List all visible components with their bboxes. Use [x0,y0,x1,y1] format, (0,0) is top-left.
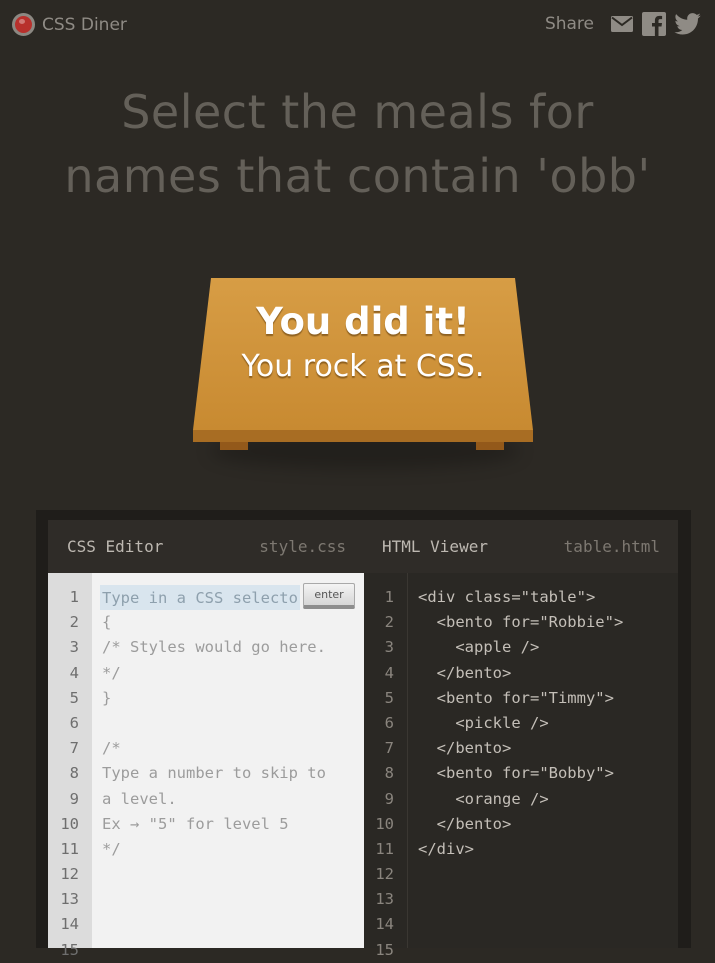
instruction-line-1: Select the meals for [121,85,594,139]
code-line: <orange /> [418,789,549,808]
code-line: Ex → "5" for level 5 [102,814,289,833]
line-number: 12 [375,865,394,884]
line-number: 14 [375,915,394,934]
line-number: 7 [384,739,394,758]
line-number: 15 [60,940,79,959]
win-subtitle: You rock at CSS. [241,349,485,384]
html-file-name: table.html [563,537,660,556]
code-line: <bento for="Bobby"> [418,764,614,783]
line-number: 3 [69,638,79,657]
twitter-icon[interactable] [674,13,701,35]
html-viewer-title: HTML Viewer [382,537,488,556]
brand-link[interactable]: CSS Diner [12,13,127,36]
code-line: /* [102,739,121,758]
line-number: 12 [60,865,79,884]
line-number: 13 [375,890,394,909]
line-number: 10 [60,814,79,833]
line-number: 15 [375,940,394,959]
css-line-numbers: 1 2 3 4 5 6 7 8 9 10 11 12 13 14 15 [48,573,92,959]
table-edge [193,430,533,442]
code-line: /* Styles would go here. [102,638,326,657]
share-label: Share [544,14,594,34]
line-number: 4 [69,663,79,682]
mail-icon[interactable] [610,15,634,33]
table-leg-left [220,442,248,450]
line-number: 14 [60,915,79,934]
logo-icon [12,13,35,36]
code-line: <apple /> [418,638,540,657]
css-selector-input[interactable] [100,585,300,610]
code-line: </bento> [418,739,512,758]
css-editor-body: 123456789101112131415 enter {/* Styles w… [48,573,364,959]
code-line: } [102,688,112,707]
line-number: 9 [384,789,394,808]
line-number: 13 [60,890,79,909]
level-instruction: Select the meals for names that contain … [0,80,715,208]
html-viewer-body: 1 2 3 4 5 6 7 8 9 10 11 12 13 14 15 <div class="table"… [364,573,678,959]
line-number: 11 [375,839,394,858]
line-number: 8 [69,764,79,783]
line-number: 5 [69,688,79,707]
css-editor-title: CSS Editor [67,537,164,556]
html-code-area: <div class="table"> <bento for="Robbie">… [408,573,678,948]
code-line: </bento> [418,663,512,682]
code-line: <bento for="Robbie"> [418,613,624,632]
code-line: a level. [102,789,177,808]
html-viewer-pane: HTML Viewer table.html 1 2 3 4 5 6 7 8 9 10 11 12 13… [364,520,678,959]
code-line: Type a number to skip to [102,764,326,783]
line-number: 3 [384,638,394,657]
line-number: 6 [69,713,79,732]
code-line: { [102,613,112,632]
code-line: <div class="table"> [418,588,596,606]
win-title: You did it! [256,300,470,343]
css-file-name: style.css [259,537,346,556]
line-number: 1 [69,588,79,606]
line-number: 2 [69,613,79,632]
line-number: 7 [69,739,79,758]
line-number: 5 [384,688,394,707]
code-line: */ [102,839,121,858]
line-number: 10 [375,814,394,833]
app-name: CSS Diner [42,14,127,35]
facebook-icon[interactable] [642,12,666,36]
line-number: 4 [384,663,394,682]
code-line: <bento for="Timmy"> [418,688,614,707]
css-code-area: enter { /* Styles would go here. */} /* Type… [92,573,364,948]
line-number: 6 [384,713,394,732]
code-line: <pickle /> [418,713,549,732]
css-editor-header: CSS Editor style.css [48,520,364,573]
code-line: */ [102,663,121,682]
dining-table: You did it! You rock at CSS. [190,275,536,475]
line-number: 11 [60,839,79,858]
enter-button[interactable]: enter [303,583,355,609]
line-number: 1 [384,588,394,606]
html-viewer-header: HTML Viewer table.html [364,520,678,573]
top-bar: CSS Diner Share [0,0,715,50]
table-leg-right [476,442,504,450]
html-line-numbers: 1 2 3 4 5 6 7 8 9 10 11 12 13 14 15 [364,573,408,959]
code-line: </bento> [418,814,512,833]
share-bar: Share [545,12,701,36]
win-message: You did it! You rock at CSS. [193,297,533,387]
line-number: 2 [384,613,394,632]
line-number: 9 [69,789,79,808]
line-number: 8 [384,764,394,783]
css-editor-pane: CSS Editor style.css 1 2 3 4 5 6 7 8 9 10 11 12 13 14… [48,520,364,959]
instruction-line-2: names that contain 'obb' [64,149,651,203]
code-line: </div> [418,839,474,858]
editor-panel: CSS Editor style.css 1 2 3 4 5 6 7 8 9 10 11 12 13 14… [36,510,691,959]
